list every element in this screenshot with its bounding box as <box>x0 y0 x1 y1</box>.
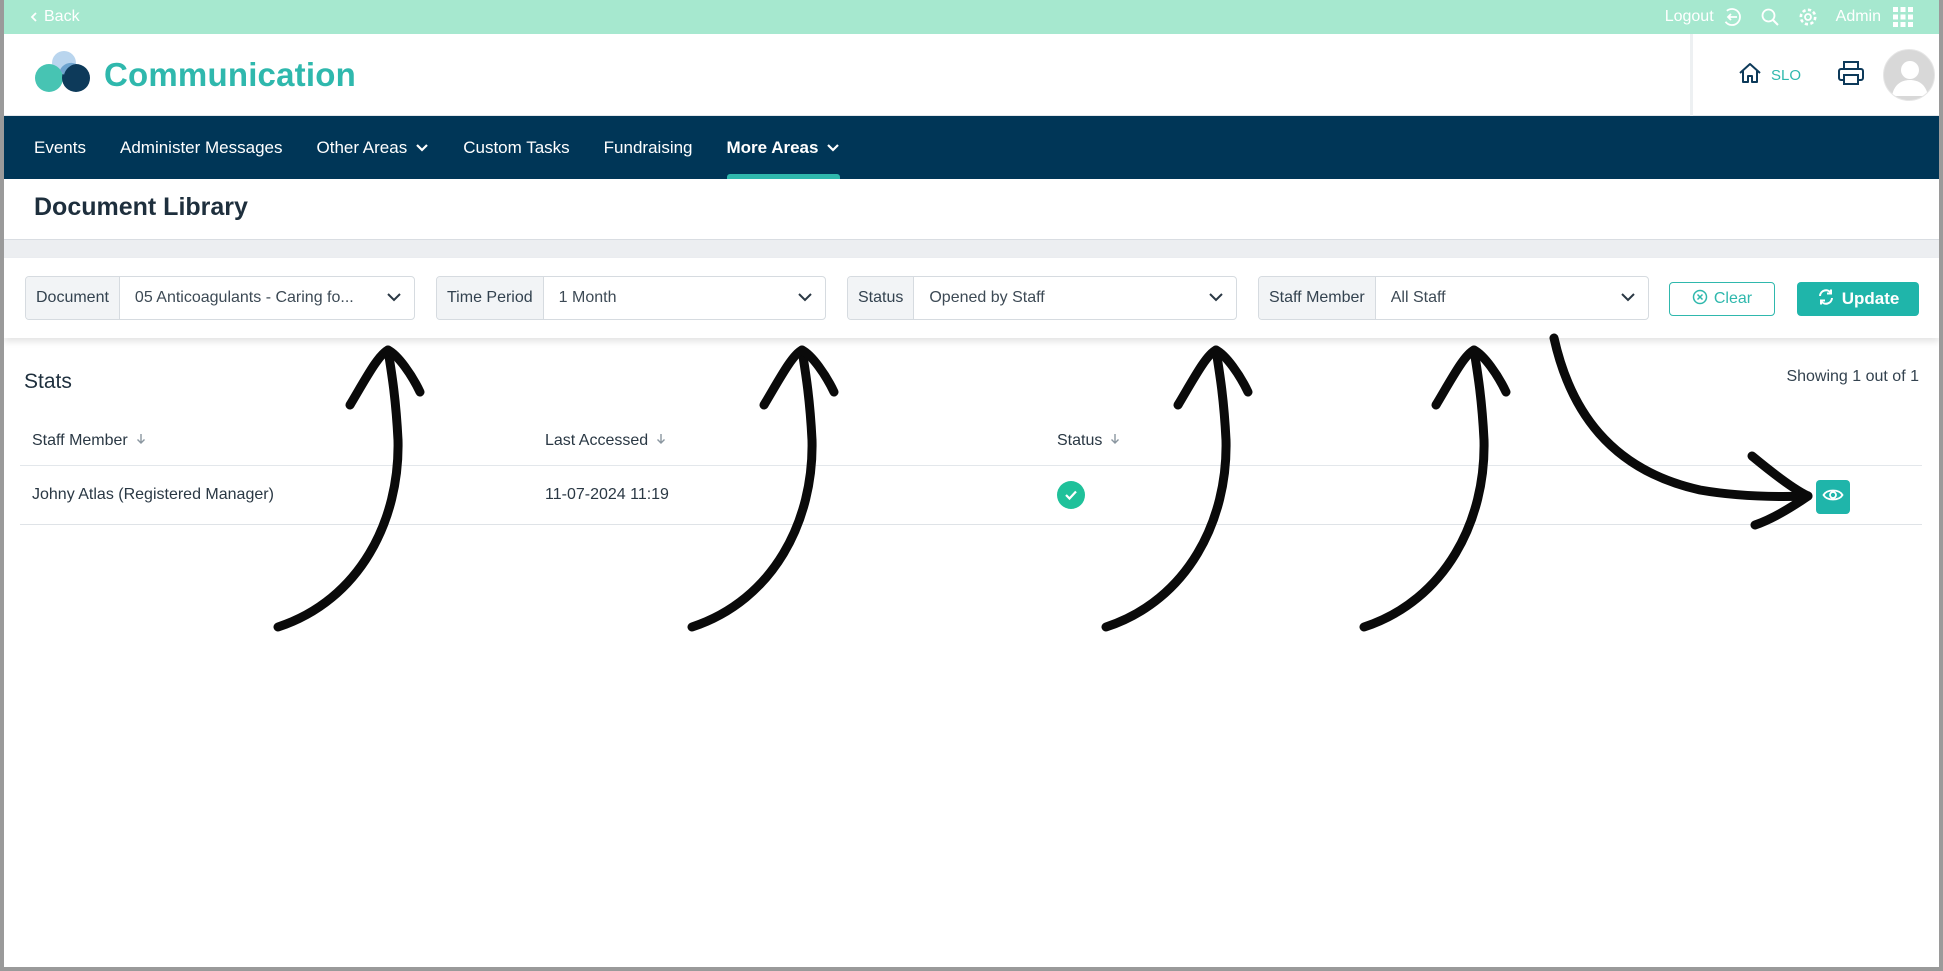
window-frame <box>0 0 1943 971</box>
